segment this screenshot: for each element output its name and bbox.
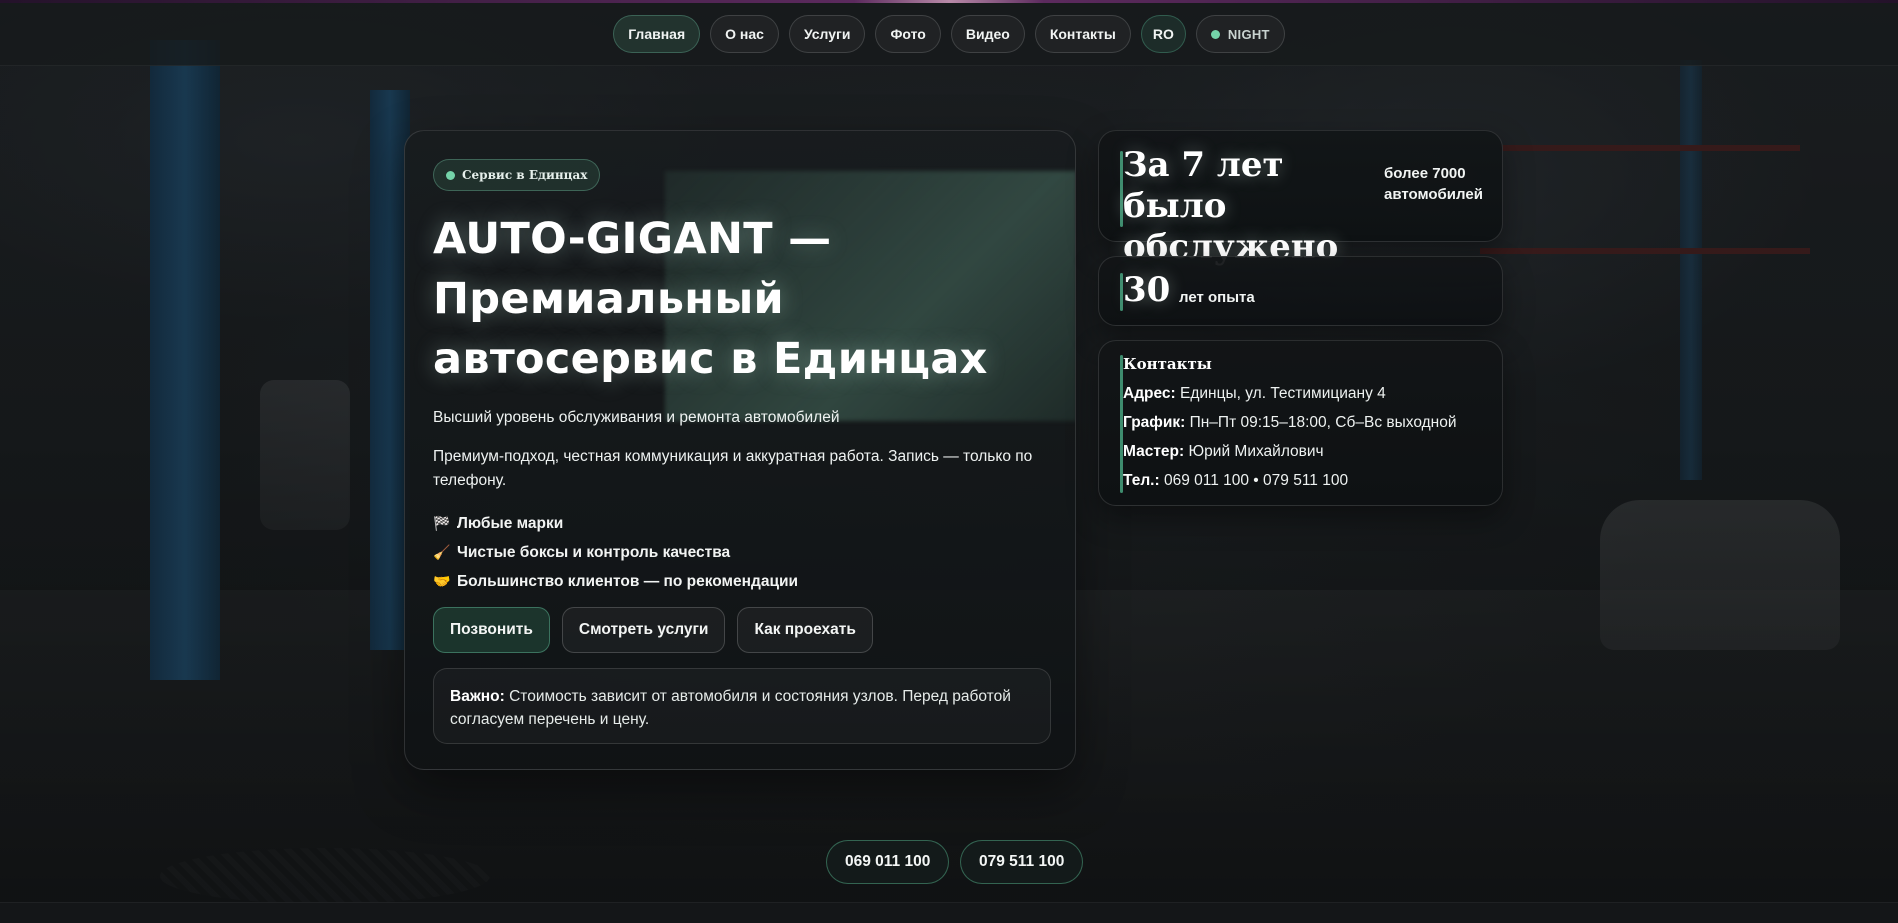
important-note: Важно: Стоимость зависит от автомобиля и… xyxy=(433,668,1051,744)
contact-phone: Тел.: 069 011 100 • 079 511 100 xyxy=(1123,472,1348,490)
contact-master-label: Мастер: xyxy=(1123,443,1185,460)
contact-schedule-label: График: xyxy=(1123,414,1186,431)
contact-address: Адрес: Единцы, ул. Тестимициану 4 xyxy=(1123,385,1386,403)
contact-address-value: Единцы, ул. Тестимициану 4 xyxy=(1180,385,1386,402)
language-switch-button[interactable]: RO xyxy=(1140,15,1186,53)
stat-served-value: более 7000 автомобилей xyxy=(1384,165,1483,203)
contact-schedule-value: Пн–Пт 09:15–18:00, Сб–Вс выходной xyxy=(1189,414,1457,431)
phone-button-1[interactable]: 069 011 100 xyxy=(826,840,950,884)
feature-list: 🏁 Любые марки 🧹 Чистые боксы и контроль … xyxy=(433,509,798,596)
view-services-button[interactable]: Смотреть услуги xyxy=(561,607,726,653)
stat-experience-value: 30 xyxy=(1123,270,1171,310)
nav-item-photo[interactable]: Фото xyxy=(875,15,941,53)
call-button[interactable]: Позвонить xyxy=(433,607,550,653)
contacts-card: Контакты Адрес: Единцы, ул. Тестимициану… xyxy=(1098,340,1503,506)
theme-indicator-dot-icon xyxy=(1210,29,1220,39)
feature-item: 🧹 Чистые боксы и контроль качества xyxy=(433,538,798,567)
stat-experience-label: лет опыта xyxy=(1179,289,1255,306)
location-badge: Сервис в Единцах xyxy=(433,159,601,191)
status-dot-icon xyxy=(446,170,455,180)
footer-strip xyxy=(0,902,1898,923)
feature-label: Любые марки xyxy=(457,514,564,532)
page-title: AUTO-GIGANT — Премиальный автосервис в Е… xyxy=(433,214,988,384)
contact-schedule: График: Пн–Пт 09:15–18:00, Сб–Вс выходно… xyxy=(1123,414,1457,432)
stat-card-served: За 7 лет было обслужено более 7000 автом… xyxy=(1098,130,1503,267)
contact-master-value: Юрий Михайлович xyxy=(1188,443,1324,460)
broom-icon: 🧹 xyxy=(433,544,451,560)
contact-phone-value[interactable]: 069 011 100 • 079 511 100 xyxy=(1164,472,1348,489)
nav-item-contacts[interactable]: Контакты xyxy=(1034,15,1131,53)
contacts-title: Контакты xyxy=(1123,355,1212,373)
nav-item-services[interactable]: Услуги xyxy=(788,15,866,53)
feature-label: Чистые боксы и контроль качества xyxy=(457,543,731,561)
feature-item: 🏁 Любые марки xyxy=(433,509,798,538)
important-note-label: Важно: xyxy=(450,688,505,705)
theme-toggle-label: NIGHT xyxy=(1227,26,1270,42)
hero-subtitle: Высший уровень обслуживания и ремонта ав… xyxy=(433,409,840,426)
contact-address-label: Адрес: xyxy=(1123,385,1176,402)
feature-item: 🤝 Большинство клиентов — по рекомендации xyxy=(433,567,798,596)
stat-card-experience: 30 лет опыта xyxy=(1098,256,1503,326)
theme-toggle-button[interactable]: NIGHT xyxy=(1195,15,1285,53)
checkered-flag-icon: 🏁 xyxy=(433,515,451,531)
contact-phone-label: Тел.: xyxy=(1123,472,1160,489)
top-navigation: Главная О нас Услуги Фото Видео Контакты… xyxy=(0,3,1898,66)
phone-button-2[interactable]: 079 511 100 xyxy=(960,840,1084,884)
feature-label: Большинство клиентов — по рекомендации xyxy=(457,572,799,590)
contact-master: Мастер: Юрий Михайлович xyxy=(1123,443,1324,461)
stat-served-headline: За 7 лет было обслужено xyxy=(1123,145,1339,267)
location-badge-label: Сервис в Единцах xyxy=(462,168,588,182)
nav-item-about[interactable]: О нас xyxy=(710,15,779,53)
important-note-text: Стоимость зависит от автомобиля и состоя… xyxy=(450,688,1011,728)
hero-actions: Позвонить Смотреть услуги Как проехать xyxy=(433,607,873,653)
directions-button[interactable]: Как проехать xyxy=(737,607,873,653)
hero-description: Премиум-подход, честная коммуникация и а… xyxy=(433,448,1033,489)
nav-item-home[interactable]: Главная xyxy=(613,15,701,53)
nav-item-video[interactable]: Видео xyxy=(950,15,1025,53)
hero-card: Сервис в Единцах AUTO-GIGANT — Премиальн… xyxy=(404,130,1076,770)
handshake-icon: 🤝 xyxy=(433,573,451,589)
